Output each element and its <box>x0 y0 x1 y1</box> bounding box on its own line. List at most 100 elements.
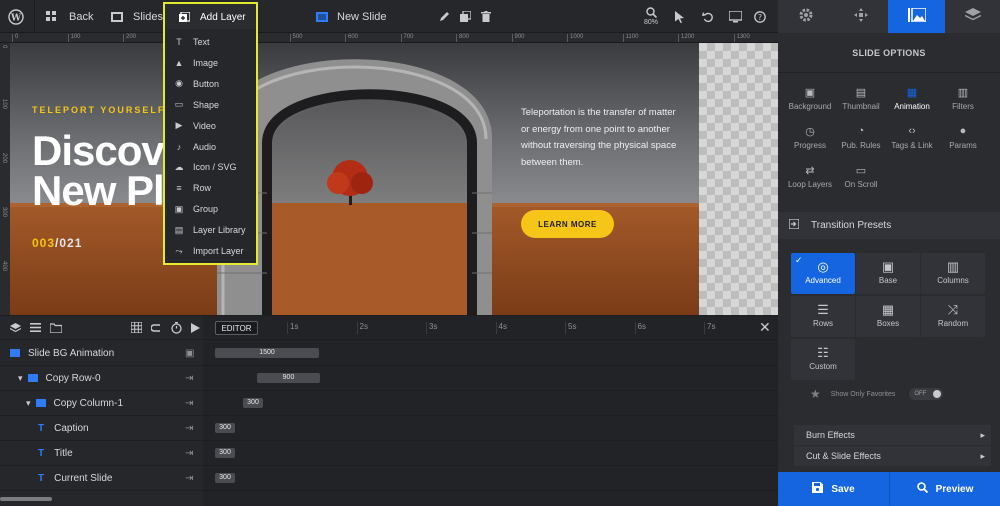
tab-slide-options[interactable] <box>888 0 945 33</box>
option-label: Thumbnail <box>842 102 880 111</box>
preset-columns[interactable]: ▥ Columns <box>921 253 985 294</box>
option-tags-link[interactable]: ‹› Tags & Link <box>884 125 940 150</box>
shape-icon: ▭ <box>174 99 184 110</box>
timeline-bar[interactable]: 300 <box>215 423 235 433</box>
ruler-tick-label: 700 <box>400 34 414 42</box>
slide-caption[interactable]: TELEPORT YOURSELF <box>32 105 165 115</box>
add-layer-button[interactable]: Add Layer <box>163 2 258 30</box>
stopwatch-icon[interactable] <box>171 321 182 334</box>
align-end-icon[interactable]: ⇥ <box>185 423 193 434</box>
slide-body-text[interactable]: Teleportation is the transfer of matter … <box>521 105 681 171</box>
add-layer-item[interactable]: ⤳ Import Layer <box>173 243 244 259</box>
cursor-icon <box>675 10 685 23</box>
add-layer-item[interactable]: ▣ Group <box>173 201 218 217</box>
layer-row[interactable]: T Title ⇥ <box>0 441 203 466</box>
layers-icon[interactable] <box>10 322 21 333</box>
layer-row[interactable]: Slide BG Animation ▣ <box>0 341 203 366</box>
new-slide-icon <box>316 11 328 22</box>
preset-advanced[interactable]: ◎ Advanced ✓ <box>791 253 855 294</box>
add-layer-item[interactable]: ☁ Icon / SVG <box>173 159 237 175</box>
add-layer-item-label: Group <box>193 204 219 215</box>
undo-button[interactable] <box>702 0 714 33</box>
loop-icon[interactable] <box>151 323 162 333</box>
tab-navigation[interactable] <box>833 0 888 33</box>
option-params[interactable]: ● Params <box>935 125 991 150</box>
align-end-icon[interactable]: ⇥ <box>185 448 193 459</box>
edit-slide-button[interactable] <box>439 0 450 33</box>
collapse-caret-icon[interactable]: ▾ <box>18 373 23 384</box>
effects-item[interactable]: Burn Effects ▸ <box>794 425 991 445</box>
add-layer-item[interactable]: ▭ Shape <box>173 97 219 113</box>
close-timeline-button[interactable]: ✕ <box>759 320 771 334</box>
editor-marker[interactable]: EDITOR <box>215 321 258 335</box>
timeline-bar[interactable]: 900 <box>257 373 320 383</box>
tags-link-icon: ‹› <box>908 125 916 137</box>
tab-settings[interactable] <box>778 0 833 33</box>
star-icon[interactable]: ★ <box>810 387 821 401</box>
grid-view-icon[interactable] <box>131 322 142 333</box>
save-button[interactable]: Save <box>778 472 889 506</box>
align-end-icon[interactable]: ⇥ <box>185 398 193 409</box>
layer-row[interactable]: ▾ Copy Column-1 ⇥ <box>0 391 203 416</box>
option-loop-layers[interactable]: ⇄ Loop Layers <box>782 164 838 189</box>
list-icon[interactable] <box>30 323 41 332</box>
add-layer-item[interactable]: ▶ Video <box>173 118 216 134</box>
learn-more-button[interactable]: LEARN MORE <box>521 210 614 238</box>
align-end-icon[interactable]: ⇥ <box>185 473 193 484</box>
option-thumbnail[interactable]: ▤ Thumbnail <box>833 86 889 111</box>
option-filters[interactable]: ▥ Filters <box>935 86 991 111</box>
layer-row[interactable]: ▾ Copy Row-0 ⇥ <box>0 366 203 391</box>
device-view-button[interactable] <box>729 0 742 33</box>
select-tool-button[interactable] <box>675 0 685 33</box>
tab-layers[interactable] <box>945 0 1000 33</box>
slide-counter[interactable]: 003/021 <box>32 236 82 250</box>
timeline-bar[interactable]: 300 <box>215 448 235 458</box>
add-layer-item[interactable]: ▤ Layer Library <box>173 222 246 238</box>
timeline-bar[interactable]: 1500 <box>215 348 319 358</box>
timeline-bar[interactable]: 300 <box>215 473 235 483</box>
option-progress[interactable]: ◷ Progress <box>782 125 838 150</box>
add-layer-item[interactable]: ◉ Button <box>173 76 219 92</box>
new-slide-button[interactable]: New Slide <box>316 0 387 33</box>
image-icon: ▲ <box>174 57 184 68</box>
layers-scrollbar[interactable] <box>0 497 52 501</box>
play-icon[interactable] <box>191 322 200 333</box>
zoom-control[interactable]: 80% <box>644 0 658 33</box>
help-button[interactable]: ? <box>754 0 766 33</box>
image-toggle-icon[interactable]: ▣ <box>185 348 194 359</box>
delete-slide-button[interactable] <box>481 0 491 33</box>
folder-icon[interactable] <box>50 322 62 333</box>
preset-base[interactable]: ▣ Base <box>856 253 920 294</box>
collapse-caret-icon[interactable]: ▾ <box>26 398 31 409</box>
new-slide-label: New Slide <box>337 10 387 23</box>
transition-presets-header[interactable]: Transition Presets <box>778 212 1000 239</box>
layer-row[interactable]: T Current Slide ⇥ <box>0 466 203 491</box>
option-background[interactable]: ▣ Background <box>782 86 838 111</box>
counter-current: 003 <box>32 236 56 250</box>
slides-button[interactable]: Slides <box>111 0 163 33</box>
add-layer-item[interactable]: ≡ Row <box>173 180 211 196</box>
timeline-bar[interactable]: 300 <box>243 398 263 408</box>
layer-row[interactable]: T Caption ⇥ <box>0 416 203 441</box>
option-pub-rules[interactable]: ◔ Pub. Rules <box>833 125 889 150</box>
layer-name: Slide BG Animation <box>28 347 115 359</box>
preview-button[interactable]: Preview <box>889 472 1000 506</box>
add-layer-item-label: Audio <box>193 141 217 152</box>
wordpress-logo-button[interactable]: W <box>8 0 24 33</box>
align-end-icon[interactable]: ⇥ <box>185 373 193 384</box>
preset-boxes[interactable]: ▦ Boxes <box>856 296 920 337</box>
favorites-toggle[interactable]: OFF <box>909 388 944 400</box>
effects-item[interactable]: Cut & Slide Effects ▸ <box>794 446 991 466</box>
option-animation[interactable]: ▦ Animation <box>884 86 940 111</box>
preset-custom[interactable]: ☷ Custom <box>791 339 855 380</box>
add-layer-item[interactable]: ♪ Audio <box>173 139 216 155</box>
option-on-scroll[interactable]: ▭ On Scroll <box>833 164 889 189</box>
add-layer-item[interactable]: T Text <box>173 34 209 50</box>
add-layer-item-label: Import Layer <box>193 246 244 256</box>
slide-canvas[interactable]: TELEPORT YOURSELF Discover New Places 00… <box>10 43 699 315</box>
preset-rows[interactable]: ☰ Rows <box>791 296 855 337</box>
preset-random[interactable]: ⤨ Random <box>921 296 985 337</box>
back-button[interactable]: Back <box>46 0 93 33</box>
duplicate-slide-button[interactable] <box>460 0 471 33</box>
add-layer-item[interactable]: ▲ Image <box>173 55 218 71</box>
